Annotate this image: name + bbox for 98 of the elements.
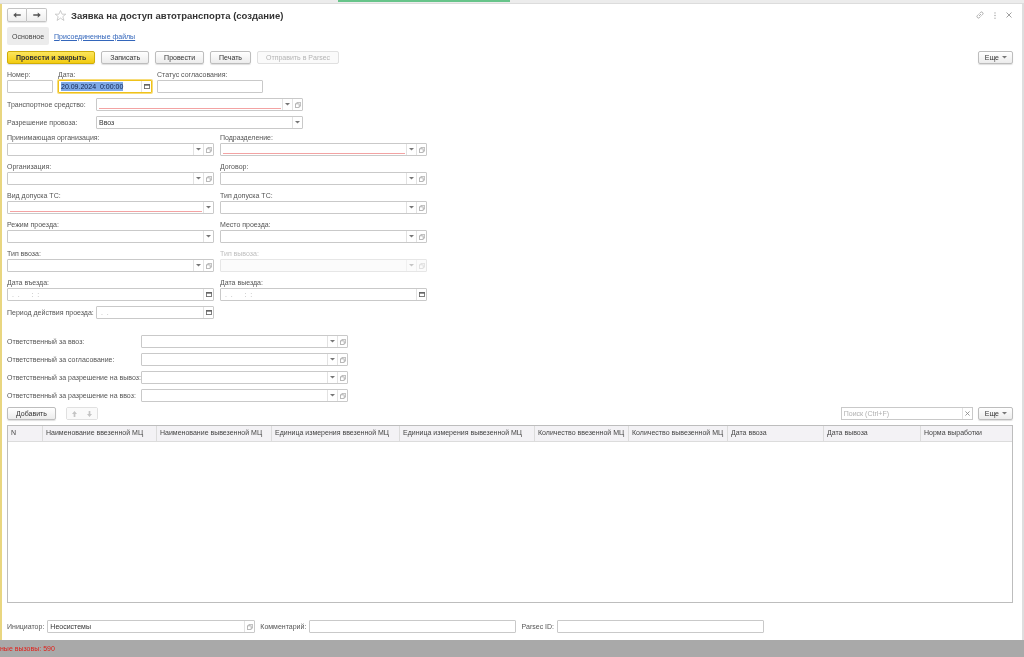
open-button[interactable]	[244, 621, 255, 632]
caret-icon	[409, 235, 414, 238]
dropdown-button[interactable]	[282, 99, 292, 110]
open-button[interactable]	[337, 372, 347, 383]
back-button[interactable]	[7, 8, 27, 22]
dropdown-button[interactable]	[406, 173, 416, 184]
dropdown-field[interactable]	[141, 353, 348, 366]
dropdown-button[interactable]	[406, 202, 416, 213]
caret-icon	[206, 206, 211, 209]
squares-icon	[294, 101, 301, 108]
open-button[interactable]	[292, 99, 302, 110]
dropdown-field[interactable]	[141, 371, 348, 384]
caret-icon	[409, 177, 414, 180]
dropdown-field[interactable]	[141, 335, 348, 348]
input-field[interactable]	[157, 80, 263, 93]
close-icon[interactable]	[1006, 12, 1012, 18]
dropdown-button[interactable]	[203, 202, 213, 213]
dropdown-field[interactable]	[7, 259, 214, 272]
squares-icon	[339, 374, 346, 381]
open-button[interactable]	[416, 231, 426, 242]
squares-icon	[418, 262, 425, 269]
open-button[interactable]	[203, 260, 213, 271]
dropdown-field[interactable]	[7, 230, 214, 243]
calendar-icon	[418, 292, 425, 297]
dropdown-button[interactable]	[193, 260, 203, 271]
squares-icon	[339, 338, 346, 345]
open-button[interactable]	[416, 173, 426, 184]
input-field[interactable]	[7, 80, 53, 93]
caret-icon	[1002, 412, 1007, 415]
input-field[interactable]	[557, 620, 765, 633]
squares-icon	[246, 623, 253, 630]
dropdown-button[interactable]	[292, 117, 302, 128]
caret-icon	[409, 264, 414, 267]
calendar-icon	[205, 292, 212, 297]
caret-icon	[196, 148, 201, 151]
window-title: Заявка на доступ автотранспорта (создание)	[71, 9, 284, 21]
calendar-icon	[205, 310, 212, 315]
squares-icon	[205, 262, 212, 269]
input-field[interactable]	[309, 620, 517, 633]
calendar-button[interactable]	[141, 81, 151, 92]
arrow-up-icon	[71, 410, 77, 417]
dropdown-field[interactable]	[96, 98, 303, 111]
open-button[interactable]	[416, 144, 426, 155]
open-button[interactable]	[337, 390, 347, 401]
open-button[interactable]	[416, 202, 426, 213]
dropdown-field[interactable]	[7, 172, 214, 185]
caret-icon	[409, 148, 414, 151]
caret-icon	[1002, 56, 1007, 59]
dropdown-field[interactable]	[220, 230, 427, 243]
dropdown-field[interactable]	[7, 201, 214, 214]
squares-icon	[339, 356, 346, 363]
dropdown-button[interactable]	[193, 144, 203, 155]
calendar-button[interactable]	[203, 289, 213, 300]
dropdown-field[interactable]	[141, 389, 348, 402]
caret-icon	[206, 235, 211, 238]
caret-icon	[330, 340, 335, 343]
open-button[interactable]	[337, 354, 347, 365]
caret-icon	[409, 206, 414, 209]
dropdown-button[interactable]	[203, 231, 213, 242]
dropdown-button[interactable]	[327, 390, 337, 401]
squares-icon	[205, 175, 212, 182]
cross-icon	[964, 411, 970, 416]
forward-button[interactable]	[27, 8, 47, 22]
calendar-button[interactable]	[203, 307, 213, 318]
arrow-down-icon	[86, 410, 92, 417]
caret-icon	[196, 177, 201, 180]
caret-icon	[295, 121, 300, 124]
squares-icon	[339, 392, 346, 399]
clear-button[interactable]	[961, 408, 972, 419]
dropdown-field[interactable]	[220, 172, 427, 185]
squares-icon	[418, 146, 425, 153]
star-icon[interactable]	[55, 9, 66, 21]
open-button[interactable]	[203, 144, 213, 155]
squares-icon	[418, 204, 425, 211]
arrow-right-icon	[32, 12, 41, 18]
calendar-icon	[143, 84, 150, 89]
link-icon[interactable]	[976, 11, 984, 19]
open-button[interactable]	[337, 336, 347, 347]
open-button[interactable]	[203, 173, 213, 184]
squares-icon	[205, 146, 212, 153]
dropdown-button[interactable]	[327, 372, 337, 383]
squares-icon	[418, 175, 425, 182]
caret-icon	[330, 358, 335, 361]
dropdown-button[interactable]	[406, 231, 416, 242]
caret-icon	[285, 103, 290, 106]
dropdown-button[interactable]	[327, 354, 337, 365]
caret-icon	[330, 394, 335, 397]
dropdown-button[interactable]	[406, 144, 416, 155]
dropdown-button[interactable]	[327, 336, 337, 347]
arrow-left-icon	[13, 12, 21, 18]
dropdown-field[interactable]	[220, 143, 427, 156]
caret-icon	[196, 264, 201, 267]
dropdown-field[interactable]	[7, 143, 214, 156]
dropdown-field[interactable]	[220, 201, 427, 214]
squares-icon	[418, 233, 425, 240]
calendar-button[interactable]	[416, 289, 426, 300]
dropdown-button[interactable]	[193, 173, 203, 184]
caret-icon	[330, 376, 335, 379]
